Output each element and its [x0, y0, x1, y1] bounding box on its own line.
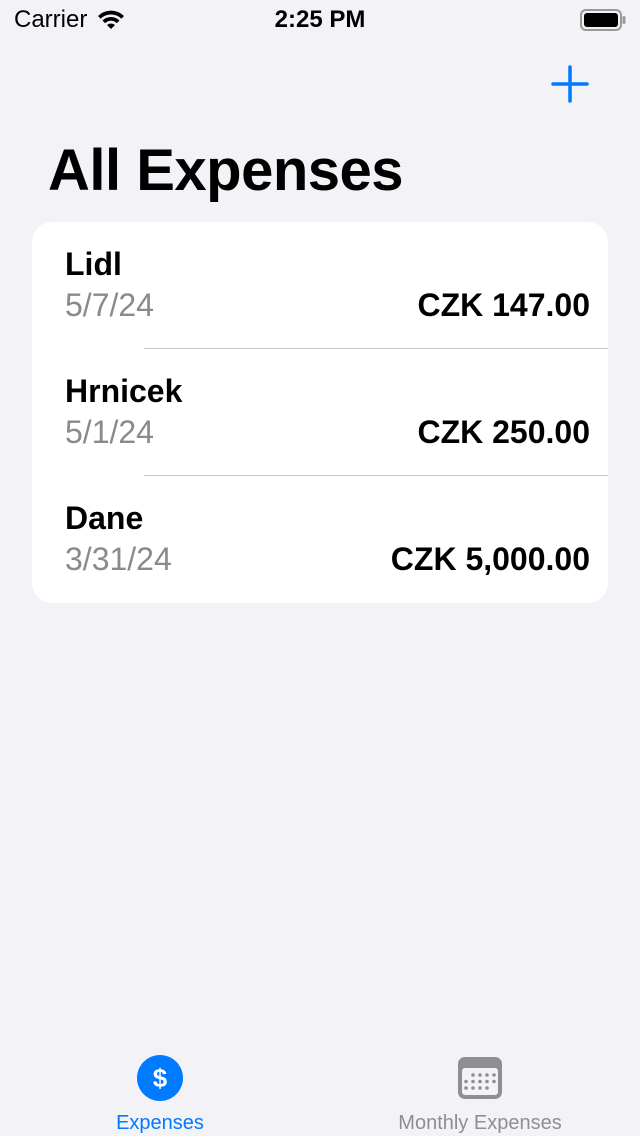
dollar-sign-icon: $ — [137, 1055, 183, 1101]
expense-amount: CZK 5,000.00 — [390, 541, 590, 577]
expense-row[interactable]: Lidl 5/7/24 CZK 147.00 — [32, 222, 608, 349]
expense-name: Dane — [65, 500, 144, 536]
status-bar: Carrier 2:25 PM — [0, 0, 640, 40]
expense-date: 5/1/24 — [65, 414, 154, 450]
tab-monthly-expenses[interactable]: Monthly Expenses — [320, 1038, 640, 1136]
expense-list: Lidl 5/7/24 CZK 147.00 Hrnicek 5/1/24 CZ… — [32, 222, 608, 603]
plus-icon — [551, 65, 589, 103]
tab-bar: $ Expenses Monthly Expenses — [0, 1038, 640, 1136]
expense-row[interactable]: Dane 3/31/24 CZK 5,000.00 — [32, 476, 608, 603]
expense-date: 5/7/24 — [65, 287, 154, 323]
battery-icon — [580, 9, 626, 31]
svg-text:$: $ — [153, 1063, 168, 1093]
tab-monthly-expenses-label: Monthly Expenses — [398, 1112, 562, 1134]
expense-amount: CZK 250.00 — [417, 414, 590, 450]
add-expense-button[interactable] — [550, 64, 590, 104]
status-time: 2:25 PM — [274, 6, 366, 33]
expense-date: 3/31/24 — [65, 541, 172, 577]
expense-amount: CZK 147.00 — [417, 287, 590, 323]
tab-expenses-label: Expenses — [116, 1112, 204, 1134]
tab-expenses[interactable]: $ Expenses — [0, 1038, 320, 1136]
expense-row[interactable]: Hrnicek 5/1/24 CZK 250.00 — [32, 349, 608, 476]
expense-name: Lidl — [65, 246, 122, 282]
page-title: All Expenses — [48, 138, 404, 203]
expense-name: Hrnicek — [65, 373, 183, 409]
calendar-icon — [458, 1057, 502, 1099]
